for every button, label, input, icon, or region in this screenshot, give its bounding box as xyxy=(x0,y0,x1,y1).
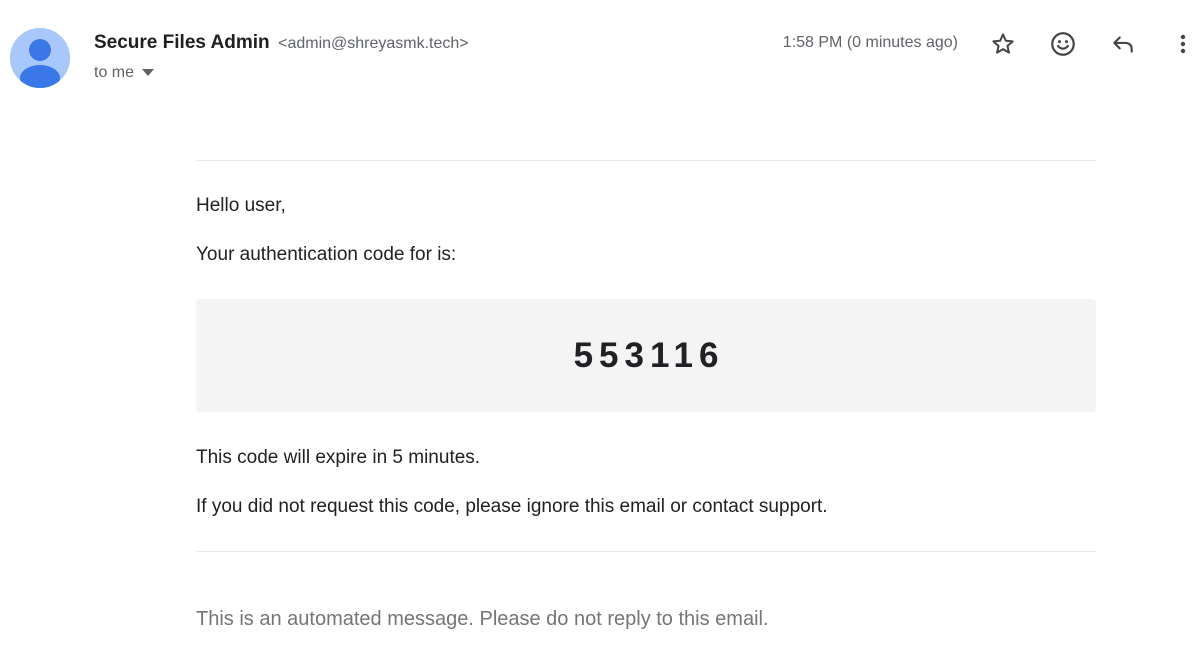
auth-code: 553116 xyxy=(573,335,725,375)
greeting: Hello user, xyxy=(196,195,286,216)
email-view: Secure Files Admin <admin@shreyasmk.tech… xyxy=(0,0,1203,657)
code-box: 553116 xyxy=(196,299,1096,412)
more-options-button[interactable] xyxy=(1165,26,1201,62)
divider-bottom xyxy=(196,551,1096,552)
sender-line: Secure Files Admin <admin@shreyasmk.tech… xyxy=(94,30,469,57)
person-icon xyxy=(10,28,70,88)
star-button[interactable] xyxy=(985,26,1021,62)
reply-button[interactable] xyxy=(1105,26,1141,62)
sender-name[interactable]: Secure Files Admin xyxy=(94,32,270,53)
emoji-icon xyxy=(1051,32,1075,56)
timestamp: 1:58 PM (0 minutes ago) xyxy=(782,34,958,51)
recipient-details-toggle[interactable]: to me xyxy=(94,62,155,84)
caret-down-icon xyxy=(142,69,155,77)
reply-icon xyxy=(1113,36,1133,53)
avatar[interactable] xyxy=(10,28,70,88)
divider-top xyxy=(196,160,1096,161)
more-vert-icon xyxy=(1180,34,1186,54)
expiry-text: This code will expire in 5 minutes. xyxy=(196,447,481,468)
sender-email: <admin@shreyasmk.tech> xyxy=(278,35,469,52)
star-icon xyxy=(992,33,1014,54)
footer-note: This is an automated message. Please do … xyxy=(196,608,769,630)
recipient-label: to me xyxy=(94,64,135,81)
notice-text: If you did not request this code, please… xyxy=(196,496,828,517)
intro-text: Your authentication code for is: xyxy=(196,244,457,265)
add-reaction-button[interactable] xyxy=(1045,26,1081,62)
